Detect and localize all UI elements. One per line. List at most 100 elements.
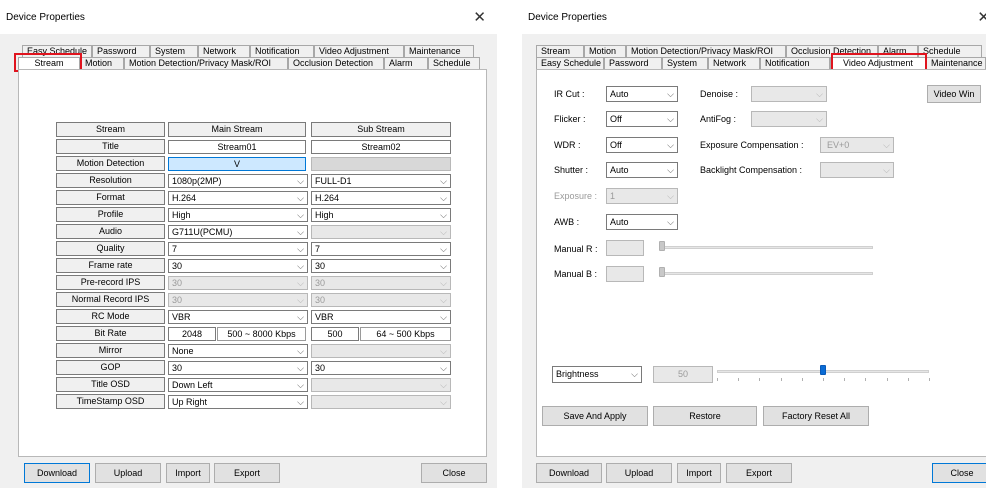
tab-password[interactable]: Password	[92, 45, 150, 57]
tab-schedule[interactable]: Schedule	[918, 45, 982, 57]
main-motion-detection-cell[interactable]: V	[168, 157, 306, 171]
sub-pre-record-select[interactable]: 30 ⌵	[311, 276, 451, 290]
sub-profile-select[interactable]: High ⌵	[311, 208, 451, 222]
main-timestamp-osd-select[interactable]: Up Right ⌵	[168, 395, 308, 409]
denoise-select[interactable]: ⌵	[751, 86, 827, 102]
tab-notification[interactable]: Notification	[760, 57, 830, 69]
main-bit-rate-input[interactable]: 2048	[168, 327, 216, 341]
close-button[interactable]: Close	[932, 463, 986, 483]
import-button[interactable]: Import	[677, 463, 721, 483]
sub-gop-select[interactable]: 30 ⌵	[311, 361, 451, 375]
sub-mirror-select[interactable]: ⌵	[311, 344, 451, 358]
tab-video-adjustment[interactable]: Video Adjustment	[314, 45, 404, 57]
main-frame-rate-select[interactable]: 30 ⌵	[168, 259, 308, 273]
sub-bit-rate-input[interactable]: 500	[311, 327, 359, 341]
tab-motion[interactable]: Motion	[80, 57, 124, 69]
select-value: VBR	[172, 312, 191, 322]
download-button[interactable]: Download	[24, 463, 90, 483]
sub-normal-record-select[interactable]: 30 ⌵	[311, 293, 451, 307]
save-and-apply-button[interactable]: Save And Apply	[542, 406, 648, 426]
download-button[interactable]: Download	[536, 463, 602, 483]
upload-button[interactable]: Upload	[606, 463, 672, 483]
import-button[interactable]: Import	[166, 463, 210, 483]
sub-rc-mode-select[interactable]: VBR ⌵	[311, 310, 451, 324]
tab-password[interactable]: Password	[604, 57, 662, 69]
main-title-osd-select[interactable]: Down Left ⌵	[168, 378, 308, 392]
main-profile-select[interactable]: High ⌵	[168, 208, 308, 222]
awb-select[interactable]: Auto ⌵	[606, 214, 678, 230]
main-quality-select[interactable]: 7 ⌵	[168, 242, 308, 256]
flicker-select[interactable]: Off ⌵	[606, 111, 678, 127]
shutter-select[interactable]: Auto ⌵	[606, 162, 678, 178]
close-icon[interactable]: ✕	[473, 8, 486, 26]
main-format-select[interactable]: H.264 ⌵	[168, 191, 308, 205]
slider-tick	[907, 378, 909, 381]
sub-quality-select[interactable]: 7 ⌵	[311, 242, 451, 256]
tab-occlusion-detection[interactable]: Occlusion Detection	[288, 57, 384, 69]
select-value: VBR	[315, 312, 334, 322]
sub-frame-rate-select[interactable]: 30 ⌵	[311, 259, 451, 273]
brightness-value-input[interactable]: 50	[653, 366, 713, 383]
sub-title-input[interactable]: Stream02	[311, 140, 451, 154]
backlight-compensation-select[interactable]: ⌵	[820, 162, 894, 178]
video-win-button[interactable]: Video Win	[927, 85, 981, 103]
main-mirror-select[interactable]: None ⌵	[168, 344, 308, 358]
export-button[interactable]: Export	[214, 463, 280, 483]
brightness-select[interactable]: Brightness ⌵	[552, 366, 642, 383]
main-pre-record-select[interactable]: 30 ⌵	[168, 276, 308, 290]
tab-maintenance[interactable]: Maintenance	[404, 45, 474, 57]
close-icon[interactable]: ✕	[977, 8, 986, 26]
brightness-slider-thumb[interactable]	[820, 365, 826, 375]
video-adjustment-window: Device Properties ✕ Stream Motion Motion…	[522, 0, 986, 488]
main-gop-select[interactable]: 30 ⌵	[168, 361, 308, 375]
tab-schedule[interactable]: Schedule	[428, 57, 480, 69]
manual-b-slider[interactable]	[659, 272, 873, 275]
denoise-label: Denoise :	[700, 89, 739, 99]
chevron-down-icon: ⌵	[440, 210, 447, 220]
sub-audio-select[interactable]: ⌵	[311, 225, 451, 239]
tab-notification[interactable]: Notification	[250, 45, 314, 57]
main-audio-select[interactable]: G711U(PCMU) ⌵	[168, 225, 308, 239]
sub-format-select[interactable]: H.264 ⌵	[311, 191, 451, 205]
sub-motion-detection-cell[interactable]	[311, 157, 451, 171]
chevron-down-icon: ⌵	[440, 193, 447, 203]
tab-easy-schedule[interactable]: Easy Schedule	[536, 57, 604, 69]
tab-system[interactable]: System	[150, 45, 198, 57]
tab-network[interactable]: Network	[708, 57, 760, 69]
tab-network[interactable]: Network	[198, 45, 250, 57]
exposure-compensation-select[interactable]: EV+0 ⌵	[820, 137, 894, 153]
tab-alarm[interactable]: Alarm	[384, 57, 428, 69]
main-rc-mode-select[interactable]: VBR ⌵	[168, 310, 308, 324]
ir-cut-select[interactable]: Auto ⌵	[606, 86, 678, 102]
tab-motion[interactable]: Motion	[584, 45, 626, 57]
manual-b-slider-thumb[interactable]	[659, 267, 665, 277]
export-button[interactable]: Export	[726, 463, 792, 483]
manual-b-input[interactable]	[606, 266, 644, 282]
restore-button[interactable]: Restore	[653, 406, 757, 426]
main-resolution-select[interactable]: 1080p(2MP) ⌵	[168, 174, 308, 188]
tab-system[interactable]: System	[662, 57, 708, 69]
tab-stream[interactable]: Stream	[536, 45, 584, 57]
chevron-down-icon: ⌵	[297, 261, 304, 271]
sub-title-osd-select[interactable]: ⌵	[311, 378, 451, 392]
sub-timestamp-osd-select[interactable]: ⌵	[311, 395, 451, 409]
wdr-select[interactable]: Off ⌵	[606, 137, 678, 153]
manual-r-slider-thumb[interactable]	[659, 241, 665, 251]
tab-motion-detection[interactable]: Motion Detection/Privacy Mask/ROI	[124, 57, 288, 69]
sub-resolution-select[interactable]: FULL-D1 ⌵	[311, 174, 451, 188]
slider-tick	[801, 378, 803, 381]
manual-r-slider[interactable]	[659, 246, 873, 249]
tab-maintenance[interactable]: Maintenance	[926, 57, 986, 69]
chevron-down-icon: ⌵	[816, 89, 823, 99]
exposure-select[interactable]: 1 ⌵	[606, 188, 678, 204]
upload-button[interactable]: Upload	[95, 463, 161, 483]
select-value: 30	[172, 261, 183, 271]
antifog-select[interactable]: ⌵	[751, 111, 827, 127]
close-button[interactable]: Close	[421, 463, 487, 483]
tab-motion-detection[interactable]: Motion Detection/Privacy Mask/ROI	[626, 45, 786, 57]
main-title-input[interactable]: Stream01	[168, 140, 306, 154]
window-gap	[497, 0, 522, 488]
main-normal-record-select[interactable]: 30 ⌵	[168, 293, 308, 307]
manual-r-input[interactable]	[606, 240, 644, 256]
factory-reset-all-button[interactable]: Factory Reset All	[763, 406, 869, 426]
